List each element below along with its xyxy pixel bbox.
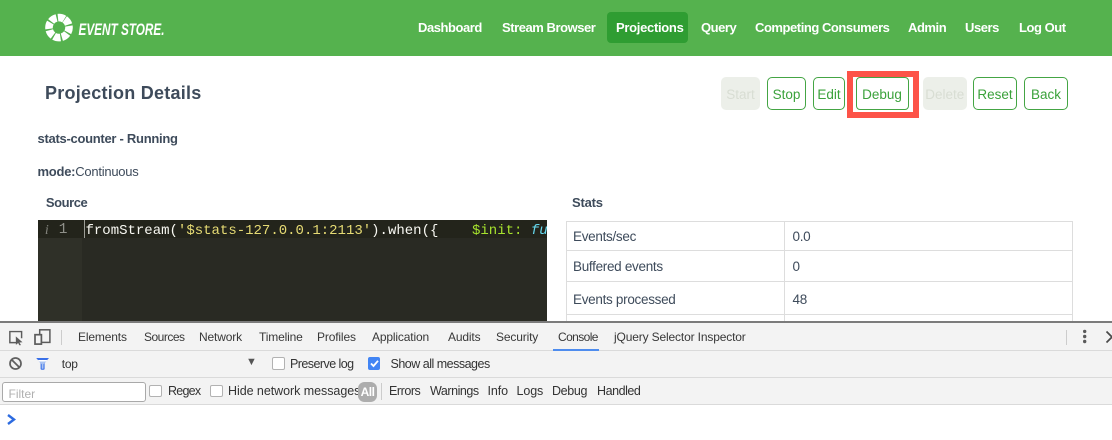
svg-text:EVENT STORE.: EVENT STORE. <box>79 21 165 39</box>
